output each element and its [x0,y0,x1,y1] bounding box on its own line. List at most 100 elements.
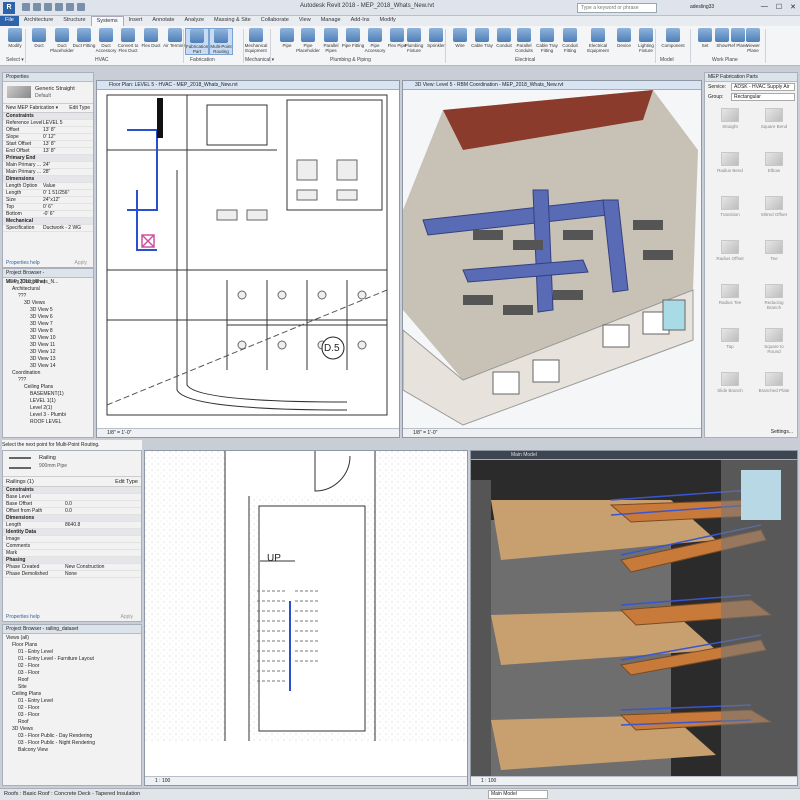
fab-part-radius-bend[interactable]: Radius Bend [713,152,747,173]
plumbing-fixture-button[interactable]: Plumbing Fixture [402,28,426,53]
browser-tree-item[interactable]: Balcony View [3,747,141,754]
browser-tree-item[interactable]: Roof [3,719,141,726]
browser-tree-item[interactable]: 03 - Floor [3,712,141,719]
active-model-dropdown[interactable]: Main Model [488,790,548,799]
service-dropdown[interactable]: ADSK - HVAC Supply Air [731,83,795,91]
properties-help-link[interactable]: Properties help [6,260,40,266]
3d-coordination-view[interactable]: 3D View: Level 5 - RBM Coordination - ME… [402,80,702,438]
duct-fitting-button[interactable]: Duct Fitting [72,28,96,48]
modify-button[interactable]: Modify [3,28,27,48]
browser-tree-item[interactable]: Views (all) [3,635,141,642]
floor-plan-drawing[interactable] [97,90,400,430]
tab-architecture[interactable]: Architecture [19,16,58,26]
browser-tree-item[interactable]: 3D View 7 [3,321,93,328]
floor-plan-view[interactable]: Floor Plan: LEVEL 5 - HVAC - MEP_2018_Wh… [96,80,400,438]
tab-analyze[interactable]: Analyze [179,16,209,26]
browser-tree-item[interactable]: Ceiling Plans [3,691,141,698]
browser-tree-item[interactable]: 3D Views [3,300,93,307]
browser-tree-item[interactable]: BASEMENT(1) [3,391,93,398]
properties-help-link[interactable]: Properties help [6,614,40,620]
property-value[interactable]: Value [43,183,55,189]
browser-tree-item[interactable]: 01 - Entry Level [3,698,141,705]
minimize-button[interactable]: — [761,3,768,11]
property-value[interactable]: 24" [43,162,50,168]
fab-part-radius-tee[interactable]: Radius Tee [713,284,747,305]
browser-tree-item[interactable]: Architectural [3,286,93,293]
browser-tree-item[interactable]: 3D View 11 [3,342,93,349]
browser-tree-item[interactable]: 02 - Floor [3,663,141,670]
browser-tree-item[interactable]: 3D View 5 [3,307,93,314]
pipe-accessory-button[interactable]: Pipe Accessory [363,28,387,53]
duct-placeholder-button[interactable]: Duct Placeholder [50,28,74,53]
property-value[interactable]: 13' 8" [43,148,55,154]
browser-tree-item[interactable]: Coordination [3,370,93,377]
browser-tree-item[interactable]: 3D View 8 [3,328,93,335]
browser-tree-item[interactable]: 01 - Entry Level [3,649,141,656]
property-value[interactable]: Ductwork - 2 WG [43,225,81,231]
tab-insert[interactable]: Insert [124,16,148,26]
undo-icon[interactable] [44,3,52,11]
conduit-fitting-button[interactable]: Conduit Fitting [558,28,582,53]
edit-type-button[interactable]: Edit Type [69,104,90,113]
scale-label[interactable]: 1 : 100 [155,778,170,784]
property-category[interactable]: Primary End [3,155,93,162]
convert-to-flex-duct-button[interactable]: Convert to Flex Duct [116,28,140,53]
electrical-equipment-button[interactable]: Electrical Equipment [586,28,610,53]
browser-tree-item[interactable]: ??? [3,293,93,300]
property-category[interactable]: Phasing [3,557,141,564]
duct-button[interactable]: Duct [27,28,51,48]
browser-tree-item[interactable]: 01 - Entry Level - Furniture Layout [3,656,141,663]
property-value[interactable]: 13' 8" [43,127,55,133]
cable-tray-button[interactable]: Cable Tray [470,28,494,48]
browser-tree-item[interactable]: Ceiling Plans [3,384,93,391]
browser-tree-item[interactable]: 3D View 14 [3,363,93,370]
pipe-fitting-button[interactable]: Pipe Fitting [341,28,365,48]
component-button[interactable]: Component [661,28,685,48]
browser-tree-item[interactable]: LEVEL 1(1) [3,398,93,405]
property-value[interactable]: New Construction [65,564,104,570]
property-value[interactable]: 0.0 [65,501,72,507]
property-value[interactable]: 0.0 [65,508,72,514]
browser-tree-item[interactable]: 3D View 12 [3,349,93,356]
pipe-placeholder-button[interactable]: Pipe Placeholder [296,28,320,53]
property-value[interactable]: 24"x12" [43,197,60,203]
property-category[interactable]: Identity Data [3,529,141,536]
fab-part-reducing-branch[interactable]: Reducing Branch [757,284,791,310]
instance-selector[interactable]: Railings (1) [3,479,34,485]
measure-icon[interactable] [77,3,85,11]
property-value[interactable]: 28" [43,169,50,175]
3d-stair-view[interactable]: Main Model 1 : 100 [470,450,798,786]
property-value[interactable]: 0' 6" [43,204,53,210]
edit-type-button[interactable]: Edit Type [115,477,138,487]
tab-massing-site[interactable]: Massing & Site [209,16,256,26]
scale-label[interactable]: 1 : 100 [481,778,496,784]
property-value[interactable]: 8640.8 [65,522,80,528]
browser-tree-item[interactable]: 03 - Floor Public - Night Rendering [3,740,141,747]
fab-part-square-bend[interactable]: Square Bend [757,108,791,129]
fab-part-elbow[interactable]: Elbow [757,152,791,173]
browser-tree-item[interactable]: Floor Plans [3,642,141,649]
type-selector[interactable]: New MEP Fabrication ▾ [3,105,58,111]
revit-logo-icon[interactable]: R [3,2,15,14]
print-icon[interactable] [66,3,74,11]
stair-plan-view[interactable]: UP 1 : 100 [144,450,468,786]
browser-tree-item[interactable]: Roof [3,677,141,684]
browser-tree-item[interactable]: Site [3,684,141,691]
scale-label[interactable]: 1/8" = 1'-0" [413,430,437,436]
fab-part-branched-plate[interactable]: Branched Plate [757,372,791,393]
browser-tree-item[interactable]: 3D Views [3,726,141,733]
property-category[interactable]: Constraints [3,487,141,494]
fab-part-tee[interactable]: Tee [757,240,791,261]
user-name[interactable]: adesling33 [690,4,714,10]
property-value[interactable]: 0' 12" [43,134,55,140]
browser-tree-item[interactable]: 3D View 10 [3,335,93,342]
fabrication-part-button[interactable]: Fabrication Part [185,28,209,55]
property-category[interactable]: Dimensions [3,515,141,522]
browser-tree-item[interactable]: Level 3 - Plumbi [3,412,93,419]
browser-tree-item[interactable]: 02 - Floor [3,705,141,712]
browser-tree-item[interactable]: Level 2(1) [3,405,93,412]
redo-icon[interactable] [55,3,63,11]
3d-stair-render[interactable] [471,460,798,778]
tab-systems[interactable]: Systems [90,16,124,26]
fab-part-slide-branch[interactable]: Slide Branch [713,372,747,393]
